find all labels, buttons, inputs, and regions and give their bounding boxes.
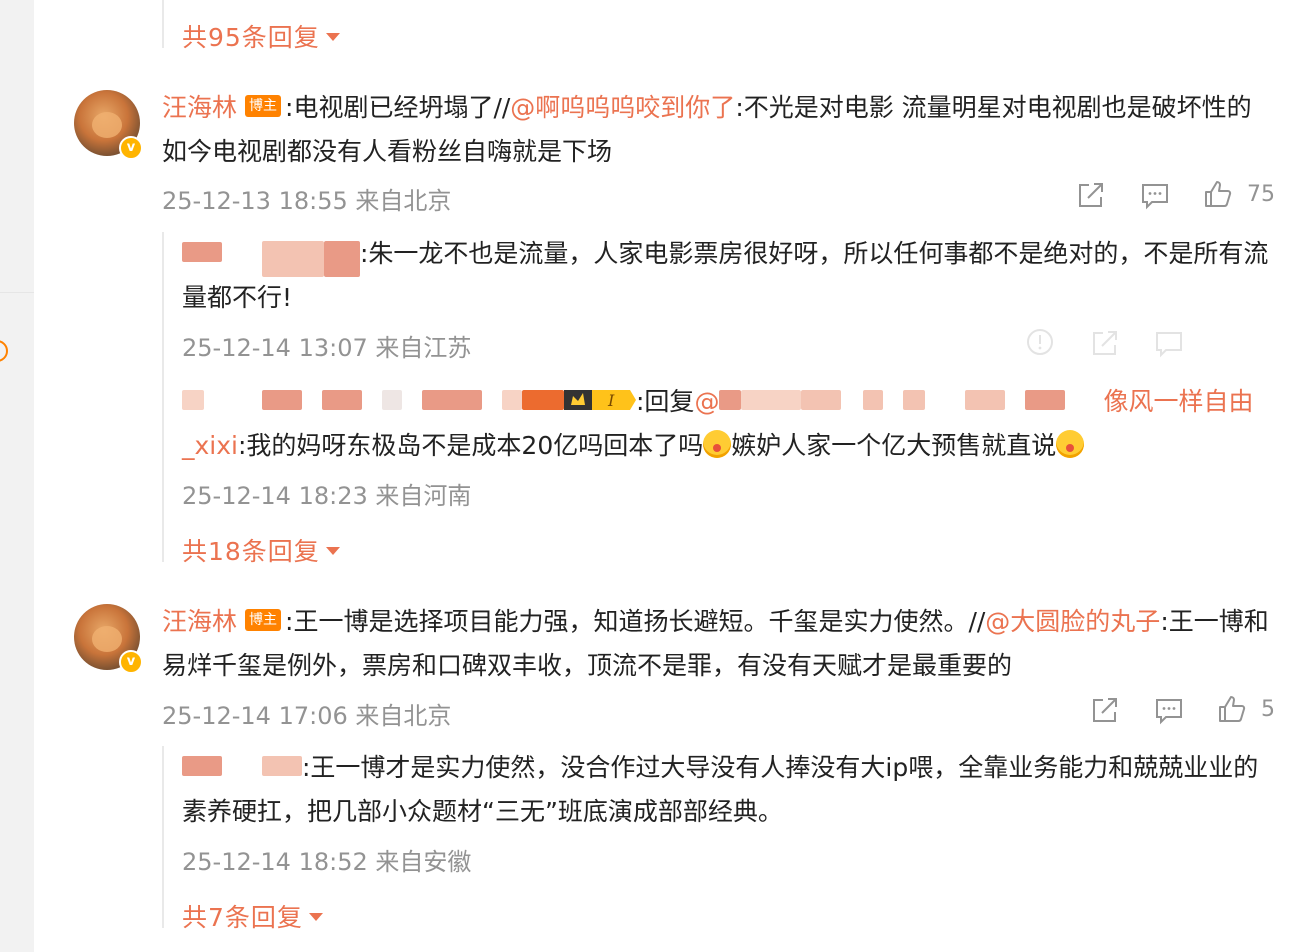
mention-link[interactable]: @啊呜呜呜咬到你了 [510,93,735,122]
emoji-icon [703,430,732,458]
comment-meta: 25-12-14 17:06 来自北京 [162,702,452,730]
reply-guide-line [162,232,164,562]
comment-meta: 25-12-13 18:55 来自北京 [162,187,452,215]
more-replies-link[interactable]: 共7条回复 [182,898,323,934]
emoji-icon [1056,430,1085,458]
comment-body: :王一博是选择项目能力强，知道扬长避短。千玺是实力使然。// [285,607,986,636]
reply-meta: 25-12-14 13:07 来自江苏 [182,334,472,362]
thumbs-up-icon [1205,181,1232,207]
reply-guide-line [162,746,164,928]
reply-meta: 25-12-14 18:23 来自河南 [182,482,472,510]
reply-body: :回复 [636,387,695,416]
share-button[interactable] [1090,695,1120,725]
chevron-down-icon [325,547,340,555]
reply-body: 嫉妒人家一个亿大预售就直说 [731,431,1057,460]
share-button[interactable] [1090,328,1120,358]
alert-icon [1027,329,1053,355]
more-replies-link[interactable]: 共18条回复 [182,532,340,568]
reply-body: :我的妈呀东极岛不是成本20亿吗回本了吗 [237,431,704,460]
like-count: 75 [1247,181,1275,207]
blurred-username[interactable] [322,390,362,410]
comment-icon [1142,184,1168,210]
more-replies-label: 共95条回复 [182,23,320,52]
reply-text: :王一博才是实力使然，没合作过大导没有人捧没有大ip喂，全靠业务能力和兢兢业业的… [182,746,1272,834]
more-replies-label: 共7条回复 [182,903,303,932]
report-button[interactable] [1026,328,1054,356]
mention-link[interactable]: @大圆脸的丸子 [985,607,1160,636]
comment-text: 汪海林 博主:王一博是选择项目能力强，知道扬长避短。千玺是实力使然。//@大圆脸的… [162,600,1272,688]
gutter-divider [0,292,34,293]
like-button[interactable]: 5 [1217,694,1275,724]
reply-meta: 25-12-14 18:52 来自安徽 [182,848,472,876]
comment-body: :电视剧已经坍塌了// [285,93,511,122]
like-button[interactable]: 75 [1203,179,1275,209]
blurred-username[interactable] [182,756,222,776]
blurred-username[interactable] [182,242,222,262]
share-icon [1093,331,1117,355]
svg-text:I: I [607,391,615,410]
comment-icon [1156,699,1182,725]
chevron-down-icon [308,913,323,921]
chevron-down-icon [325,33,340,41]
share-icon [1079,183,1103,207]
reply-text: I:回复@ 像风一样自由_xixi:我的妈呀东极岛不是成本20亿吗回本了吗 嫉妒人家… [182,380,1272,468]
comment-text: 汪海林 博主:电视剧已经坍塌了//@啊呜呜呜咬到你了:不光是对电影 流量明星对电视… [162,86,1262,174]
reply-body: :王一博才是实力使然，没合作过大导没有人捧没有大ip喂，全靠业务能力和兢兢业业的… [182,753,1259,826]
comment-username[interactable]: 汪海林 [162,607,237,636]
left-gutter [0,0,34,952]
reply-text: :朱一龙不也是流量，人家电影票房很好呀，所以任何事都不是绝对的，不是所有流量都不… [182,232,1272,320]
comment-icon [1156,332,1182,358]
reply-guide-line [162,0,164,48]
member-crown-icon: I [564,390,636,410]
comment-button[interactable] [1140,180,1170,210]
comment-username[interactable]: 汪海林 [162,93,237,122]
verified-badge-icon: v [119,650,143,674]
author-tag: 博主 [245,95,282,117]
more-replies-label: 共18条回复 [182,537,320,566]
more-replies-link[interactable]: 共95条回复 [182,18,340,54]
thumbs-up-icon [1219,696,1246,722]
comment-button[interactable] [1154,695,1184,725]
blurred-username [262,241,324,277]
comment-button[interactable] [1154,328,1184,358]
like-count: 5 [1261,696,1275,722]
author-tag: 博主 [245,609,282,631]
verified-badge-icon: v [119,136,143,160]
share-button[interactable] [1076,180,1106,210]
share-icon [1093,698,1117,722]
